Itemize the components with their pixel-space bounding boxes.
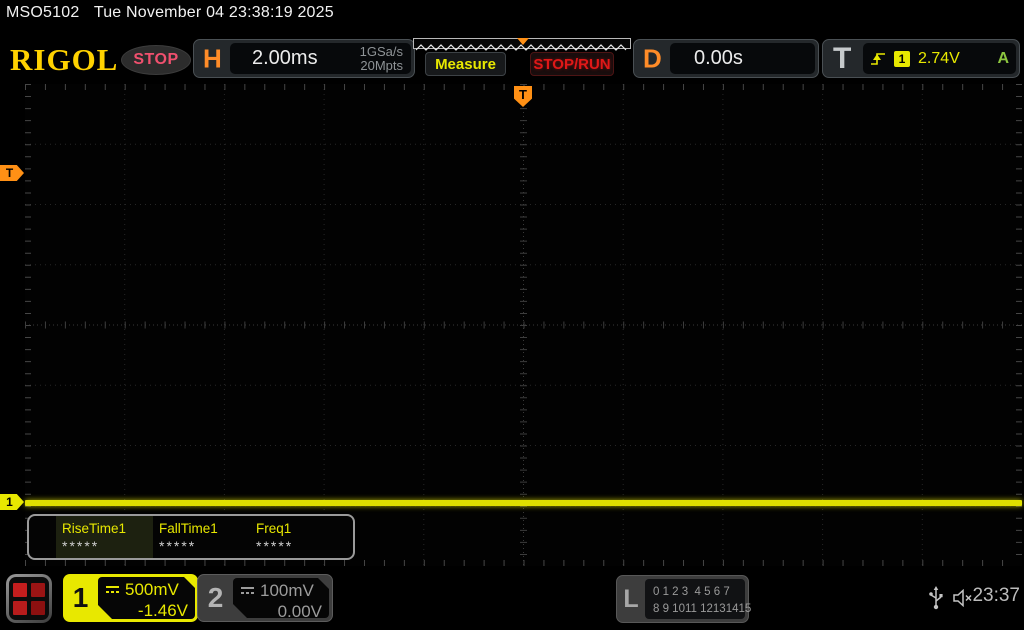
channel1-offset: -1.46V <box>137 601 188 620</box>
logic-channels-inset: 0 1 2 3 4 5 6 7 8 9 1011 12131415 <box>645 579 752 619</box>
trigger-source-badge: 1 <box>894 50 910 67</box>
quick-menu-icon <box>9 577 49 620</box>
trigger-inset: 1 2.74V A <box>863 43 1016 74</box>
measurement-label: FallTime1 <box>159 521 218 536</box>
measurement-value: ***** <box>256 538 294 554</box>
top-status-bar: MSO5102 Tue November 04 23:38:19 2025 <box>6 4 344 22</box>
channel2-panel[interactable]: 2 100mV 0.00V <box>197 574 333 622</box>
model-name: MSO5102 <box>6 4 80 21</box>
trigger-level-marker[interactable]: T <box>0 165 24 181</box>
channel2-scale: 100mV <box>260 581 314 600</box>
delay-inset: 0.00s <box>670 43 815 74</box>
measurement-results-panel: RiseTime1 ***** FallTime1 ***** Freq1 **… <box>27 514 355 560</box>
logic-channels-row1: 0 1 2 3 4 5 6 7 <box>653 586 730 598</box>
quick-menu-tile <box>13 582 27 597</box>
delay-panel[interactable]: D 0.00s <box>633 39 819 78</box>
quick-menu-tile <box>31 582 45 597</box>
trigger-sweep-mode: A <box>997 49 1009 67</box>
quick-menu-tile <box>31 600 45 615</box>
channel1-position-marker[interactable]: 1 <box>0 494 24 510</box>
horizontal-inset: 2.00ms 1GSa/s 20Mpts <box>230 43 411 74</box>
quick-menu-button[interactable] <box>6 574 52 623</box>
channel1-waveform-trace <box>25 500 1022 506</box>
horizontal-timebase-panel[interactable]: H 2.00ms 1GSa/s 20Mpts <box>193 39 415 78</box>
quick-menu-tile <box>13 600 27 615</box>
channel2-offset: 0.00V <box>277 602 322 621</box>
waveform-display-area[interactable] <box>25 84 1022 566</box>
rising-edge-trigger-icon <box>871 53 885 65</box>
preview-trigger-position-icon[interactable] <box>517 38 529 45</box>
channel2-inset: 100mV 0.00V <box>233 578 329 618</box>
logic-analyzer-panel[interactable]: L 0 1 2 3 4 5 6 7 8 9 1011 12131415 <box>616 575 752 623</box>
delay-label: D <box>643 43 662 73</box>
logic-channels-row2: 8 9 1011 12131415 <box>653 602 752 615</box>
measurement-label: Freq1 <box>256 521 292 536</box>
trigger-level-value: 2.74V <box>918 49 960 67</box>
dc-coupling-icon <box>105 585 120 595</box>
trigger-label: T <box>833 41 852 75</box>
measurement-value: ***** <box>62 538 100 554</box>
measure-button[interactable]: Measure <box>425 52 506 76</box>
trigger-panel[interactable]: T 1 2.74V A <box>822 39 1020 78</box>
measurement-panel-spacer <box>29 516 56 558</box>
dc-coupling-icon <box>240 586 255 596</box>
stop-run-button[interactable]: STOP/RUN <box>530 52 614 76</box>
measurement-item-falltime[interactable]: FallTime1 ***** <box>153 516 250 558</box>
horizontal-label: H <box>203 43 222 73</box>
measurement-value: ***** <box>159 538 197 554</box>
oscilloscope-screen: MSO5102 Tue November 04 23:38:19 2025 RI… <box>0 0 1024 630</box>
clock: 23:37 <box>972 585 1020 606</box>
acquisition-status-badge: STOP <box>121 45 191 75</box>
measurement-label: RiseTime1 <box>62 521 127 536</box>
channel1-scale: 500mV <box>125 580 179 599</box>
graticule <box>25 84 1022 566</box>
measurement-item-freq[interactable]: Freq1 ***** <box>250 516 347 558</box>
waveform-position-indicator[interactable] <box>413 38 631 51</box>
usb-status-icon <box>928 586 944 615</box>
delay-value: 0.00s <box>694 47 743 69</box>
measurement-item-risetime[interactable]: RiseTime1 ***** <box>56 516 153 558</box>
logic-analyzer-label: L <box>623 584 639 613</box>
channel1-panel[interactable]: 1 500mV -1.46V <box>63 574 198 622</box>
memory-depth: 20Mpts <box>360 57 403 73</box>
channel2-number: 2 <box>207 582 224 613</box>
channel1-number: 1 <box>72 582 89 613</box>
datetime-text: Tue November 04 23:38:19 2025 <box>93 4 334 21</box>
sample-rate-memory: 1GSa/s 20Mpts <box>360 45 403 72</box>
channel1-inset: 500mV -1.46V <box>98 577 195 619</box>
timebase-value: 2.00ms <box>252 47 318 69</box>
rigol-logo: RIGOL <box>10 42 119 77</box>
